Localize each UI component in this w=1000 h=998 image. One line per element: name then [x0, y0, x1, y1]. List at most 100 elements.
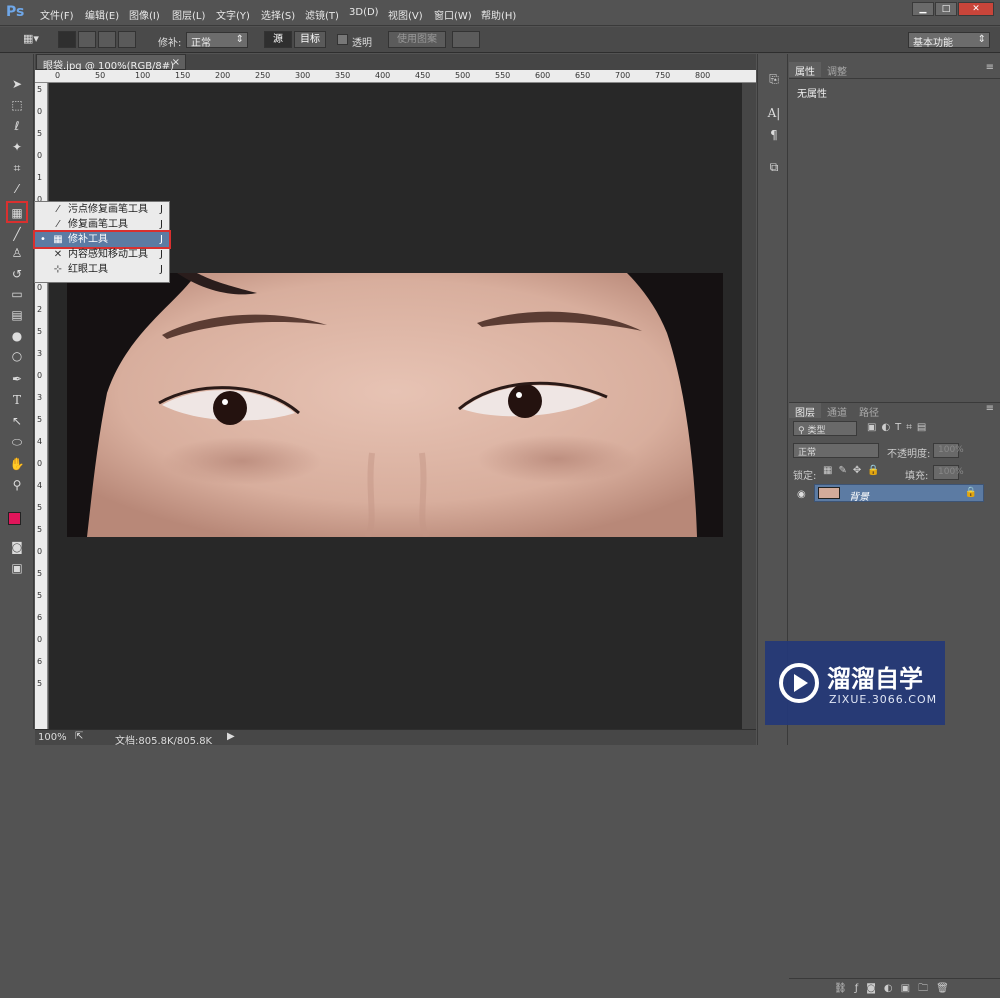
- layer-action-icons[interactable]: ⛓ƒ◙◐▣🗀🗑: [834, 981, 957, 998]
- menu-image[interactable]: 图像(I): [129, 7, 160, 22]
- layer-thumbnail: [818, 487, 840, 499]
- menu-type[interactable]: 文字(Y): [216, 7, 250, 22]
- healing-tools-flyout: ⁄ 污点修复画笔工具 J ⁄ 修复画笔工具 J • ▦ 修补工具 J ✕ 内容感…: [33, 201, 171, 283]
- ruler-tick-label: 5: [37, 679, 43, 688]
- minimize-button[interactable]: ▁: [912, 2, 934, 16]
- character-icon[interactable]: A|: [765, 106, 783, 122]
- patch-tool-item[interactable]: • ▦ 修补工具 J: [33, 230, 171, 249]
- menu-3d[interactable]: 3D(D): [349, 7, 379, 18]
- fill-input[interactable]: 100%: [933, 465, 964, 480]
- menu-filter[interactable]: 滤镜(T): [305, 7, 339, 22]
- layer-filter-icons[interactable]: ▣◐T⌗▤: [867, 422, 931, 433]
- dodge-tool-icon[interactable]: ○: [9, 348, 25, 364]
- bandage-icon: ⁄: [57, 204, 59, 215]
- magic-wand-tool-icon[interactable]: ✦: [9, 139, 25, 155]
- close-icon[interactable]: ×: [172, 57, 180, 68]
- path-selection-tool-icon[interactable]: ↖: [9, 413, 25, 429]
- type-tool-icon[interactable]: T: [9, 392, 25, 408]
- visibility-eye-icon[interactable]: ◉: [797, 489, 806, 500]
- ruler-tick-label: 0: [37, 283, 43, 292]
- panel-menu-icon[interactable]: ≡: [986, 403, 994, 414]
- menu-select[interactable]: 选择(S): [261, 7, 295, 22]
- layer-row-background[interactable]: 背景 🔒: [814, 484, 984, 503]
- ruler-tick-label: 0: [37, 107, 43, 116]
- healing-brush-item[interactable]: ⁄ 修复画笔工具 J: [35, 217, 169, 232]
- ellipse-tool-icon[interactable]: ⬭: [9, 434, 25, 450]
- patch-tool-preset-icon[interactable]: ▦▾: [16, 31, 46, 48]
- zoom-tool-icon[interactable]: ⚲: [9, 477, 25, 493]
- use-pattern-button[interactable]: 使用图案: [388, 31, 446, 48]
- workspace-select[interactable]: 基本功能 ⇕: [908, 32, 990, 49]
- crop-tool-icon[interactable]: ⌗: [9, 160, 25, 176]
- eraser-tool-icon[interactable]: ▭: [9, 286, 25, 302]
- menu-view[interactable]: 视图(V): [388, 7, 423, 22]
- lasso-tool-icon[interactable]: ℓ: [9, 118, 25, 134]
- blend-mode-select[interactable]: 正常: [793, 443, 879, 458]
- zoom-level[interactable]: 100%: [38, 732, 67, 743]
- menu-layer[interactable]: 图层(L): [172, 7, 205, 22]
- pattern-picker[interactable]: [452, 31, 480, 48]
- tab-channels[interactable]: 通道: [821, 403, 853, 419]
- intersect-selection-icon[interactable]: [118, 31, 136, 48]
- patch-tool-icon[interactable]: ▦: [6, 201, 28, 223]
- ruler-tick-label: 550: [495, 71, 511, 80]
- new-selection-icon[interactable]: [58, 31, 76, 48]
- add-selection-icon[interactable]: [78, 31, 96, 48]
- menu-file[interactable]: 文件(F): [40, 7, 74, 22]
- ruler-tick-label: 0: [55, 71, 61, 80]
- ruler-tick-label: 450: [415, 71, 431, 80]
- subtract-selection-icon[interactable]: [98, 31, 116, 48]
- maximize-button[interactable]: □: [935, 2, 957, 16]
- patch-mode-value: 正常: [191, 38, 211, 49]
- source-button[interactable]: 源: [264, 31, 292, 48]
- quick-mask-icon[interactable]: ◙: [9, 539, 25, 555]
- close-button[interactable]: ✕: [958, 2, 994, 16]
- lock-icons[interactable]: ▦✎✥🔒: [823, 465, 886, 476]
- menu-window[interactable]: 窗口(W): [434, 7, 472, 22]
- document-tab[interactable]: 眼袋.jpg @ 100%(RGB/8#) * ×: [36, 54, 186, 83]
- menu-help[interactable]: 帮助(H): [481, 7, 516, 22]
- spot-healing-brush-label: 污点修复画笔工具: [68, 204, 148, 215]
- options-bar: ▦▾ 修补: 正常 ⇕ 源 目标 透明 使用图案 基本功能 ⇕: [0, 27, 1000, 53]
- eyes-photo[interactable]: [67, 273, 723, 537]
- tab-properties[interactable]: 属性: [789, 62, 821, 78]
- ruler-tick-label: 5: [37, 525, 43, 534]
- red-eye-tool-item[interactable]: ⊹ 红眼工具 J: [35, 262, 169, 277]
- selected-bullet-icon: •: [40, 234, 46, 245]
- tab-paths[interactable]: 路径: [853, 403, 885, 419]
- menu-edit[interactable]: 编辑(E): [85, 7, 119, 22]
- content-aware-move-item[interactable]: ✕ 内容感知移动工具 J: [35, 247, 169, 262]
- pen-tool-icon[interactable]: ✒: [9, 371, 25, 387]
- vertical-scrollbar[interactable]: [742, 83, 756, 729]
- history-brush-tool-icon[interactable]: ↺: [9, 266, 25, 282]
- content-aware-move-label: 内容感知移动工具: [68, 249, 148, 260]
- gradient-tool-icon[interactable]: ▤: [9, 307, 25, 323]
- ruler-tick-label: 250: [255, 71, 271, 80]
- chevron-down-icon: ⇕: [235, 34, 244, 45]
- blur-tool-icon[interactable]: ●: [9, 328, 25, 344]
- hand-tool-icon[interactable]: ✋: [9, 456, 25, 472]
- clone-source-icon[interactable]: ⧉: [765, 160, 783, 176]
- screen-mode-icon[interactable]: ▣: [9, 560, 25, 576]
- move-tool-icon[interactable]: ➤: [9, 76, 25, 92]
- paragraph-icon[interactable]: ¶: [765, 128, 783, 144]
- play-arrow-icon[interactable]: ▶: [227, 731, 235, 742]
- target-button[interactable]: 目标: [294, 31, 326, 48]
- foreground-color-swatch[interactable]: [8, 512, 21, 525]
- history-icon[interactable]: ⎘: [765, 72, 783, 88]
- tab-adjustments[interactable]: 调整: [821, 62, 853, 78]
- share-icon[interactable]: ⇱: [75, 731, 83, 742]
- panel-menu-icon[interactable]: ≡: [986, 62, 994, 73]
- stamp-tool-icon[interactable]: ♙: [9, 245, 25, 261]
- marquee-tool-icon[interactable]: ⬚: [9, 97, 25, 113]
- layer-filter-select[interactable]: ⚲ 类型: [793, 421, 857, 436]
- tab-layers[interactable]: 图层: [789, 403, 821, 419]
- patch-mode-select[interactable]: 正常 ⇕: [186, 32, 248, 49]
- brush-tool-icon[interactable]: ╱: [9, 226, 25, 242]
- eyedropper-tool-icon[interactable]: ⁄: [9, 181, 25, 197]
- spot-healing-brush-item[interactable]: ⁄ 污点修复画笔工具 J: [35, 202, 169, 217]
- transparent-label: 透明: [352, 38, 372, 49]
- watermark-url: ZIXUE.3066.COM: [829, 693, 938, 706]
- transparent-checkbox[interactable]: [337, 34, 348, 45]
- opacity-input[interactable]: 100%: [933, 443, 964, 458]
